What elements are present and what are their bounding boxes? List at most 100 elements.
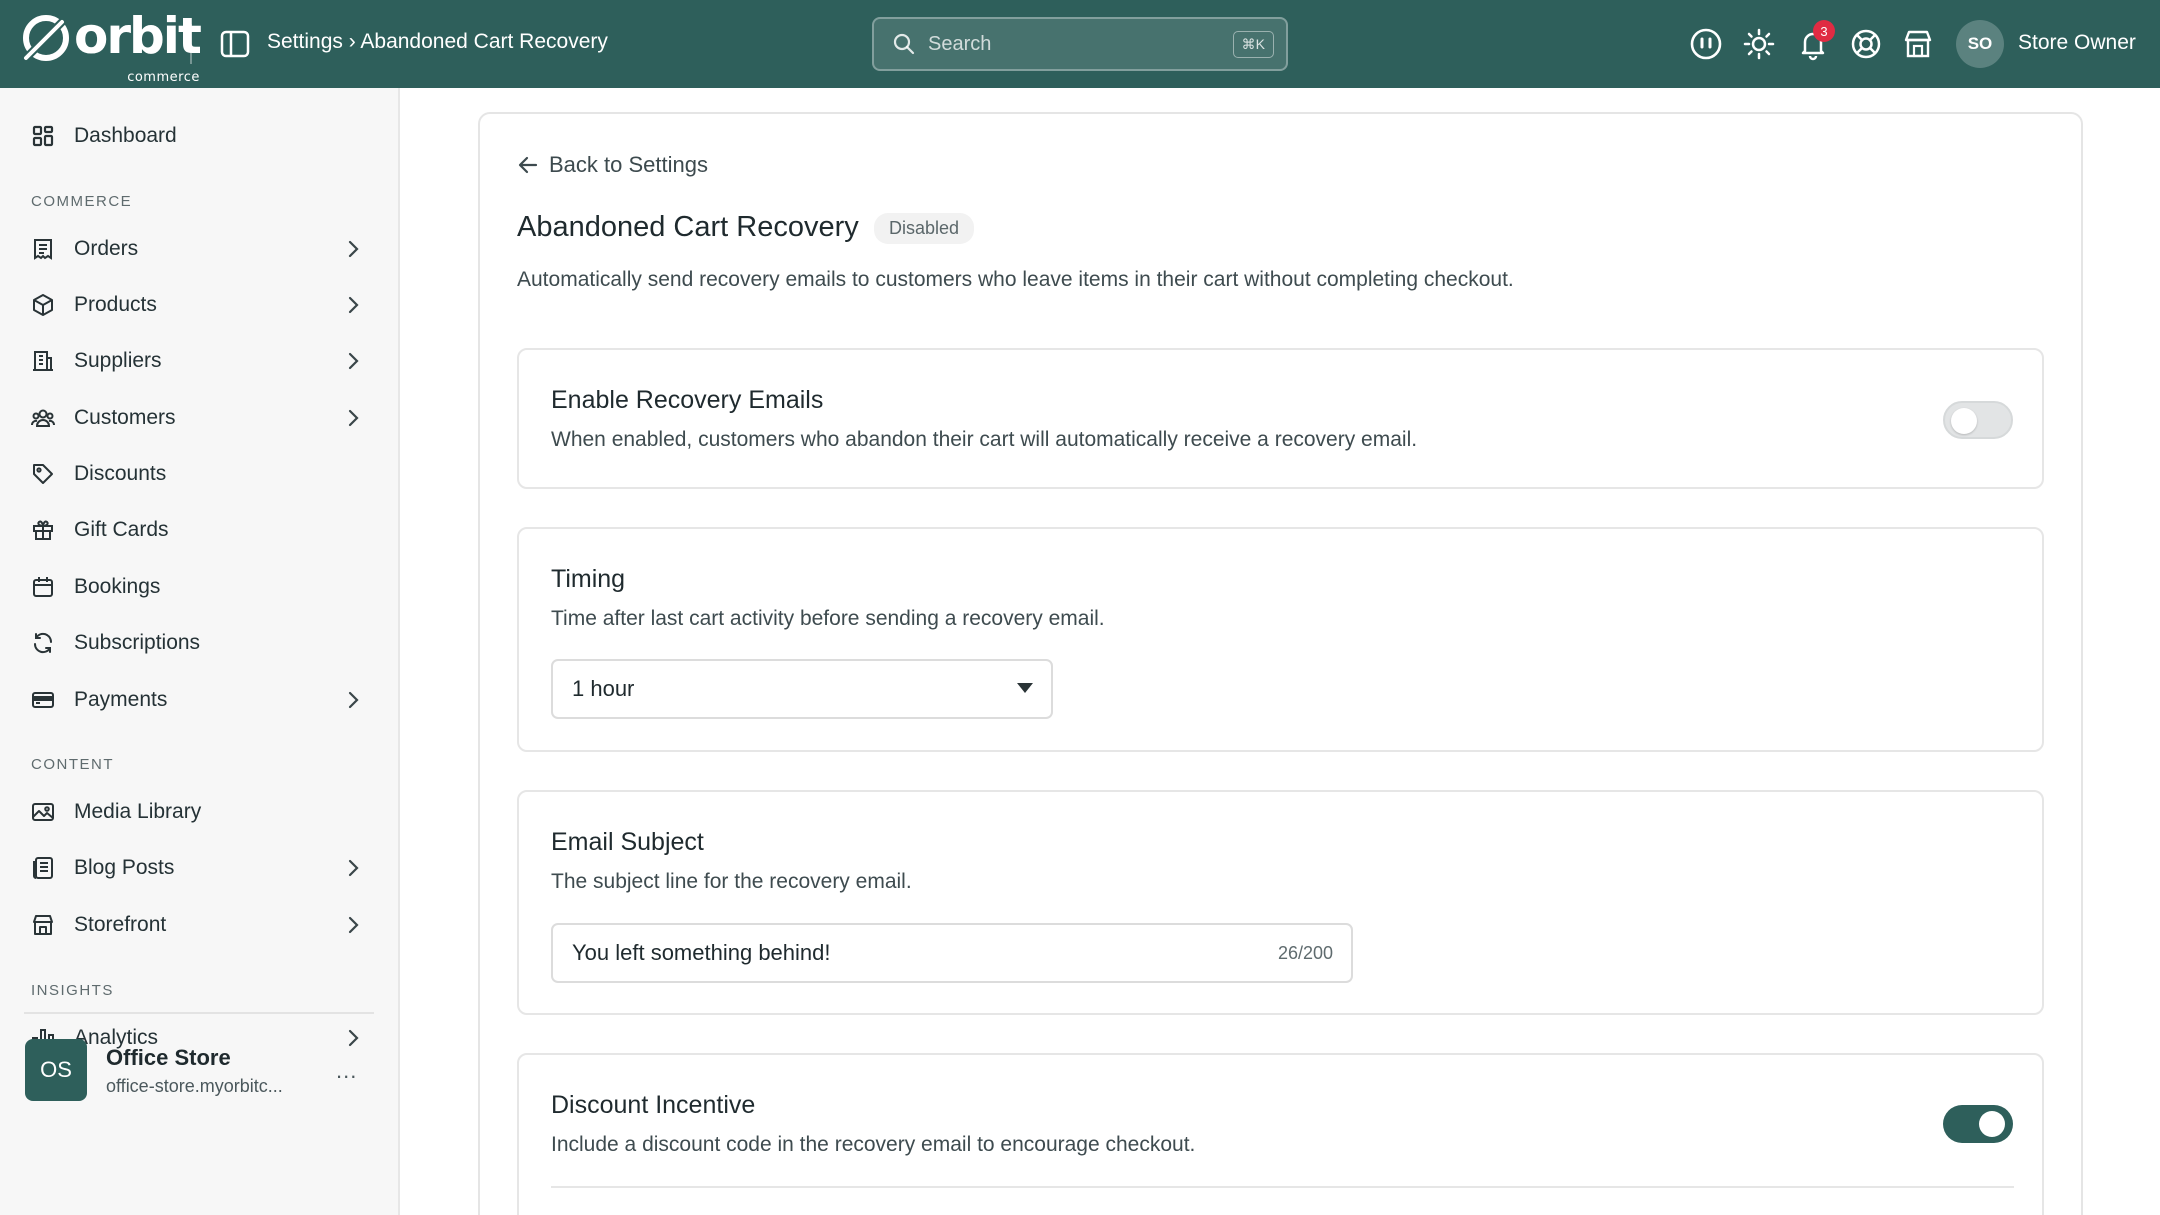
arrow-left-icon [518,156,538,174]
sidebar-item-label: Dashboard [74,124,177,147]
user-name[interactable]: Store Owner [2018,31,2136,55]
back-label: Back to Settings [549,152,708,177]
credit-card-icon [30,687,56,713]
sun-icon[interactable] [1741,26,1777,62]
sidebar-item-bookings[interactable]: Bookings [30,565,374,609]
sidebar-item-discounts[interactable]: Discounts [30,452,374,496]
orbit-logo[interactable]: orbit commerce [22,11,202,85]
timing-section: Timing Time after last cart activity bef… [517,527,2044,752]
store-name[interactable]: Office Store [106,1045,231,1071]
page-description: Automatically send recovery emails to cu… [517,268,1514,291]
discount-incentive-section: Discount Incentive Include a discount co… [517,1053,2044,1215]
store-avatar[interactable]: OS [25,1039,87,1101]
chevron-right-icon [348,859,359,877]
sidebar-item-label: Media Library [74,800,202,823]
sidebar-item-customers[interactable]: Customers [30,396,374,440]
building-icon [30,348,56,374]
users-icon [30,405,56,431]
timing-select[interactable]: 1 hour [551,659,1053,719]
chevron-right-icon [348,296,359,314]
box-icon [30,292,56,318]
section-description: Include a discount code in the recovery … [551,1133,1196,1156]
sidebar-item-label: Products [74,293,157,316]
sidebar-item-label: Discounts [74,462,167,485]
sidebar-item-label: Orders [74,237,139,260]
storefront-icon[interactable] [1900,26,1936,62]
section-title: Discount Incentive [551,1091,756,1119]
section-description: When enabled, customers who abandon thei… [551,428,1418,451]
header-divider [190,24,192,64]
sidebar-item-label: Payments [74,688,168,711]
calendar-icon [30,574,56,600]
sidebar-item-label: Subscriptions [74,631,201,654]
section-title: Enable Recovery Emails [551,386,824,414]
dashboard-grid-icon [30,123,56,149]
section-title: Timing [551,565,626,593]
sidebar-item-media-library[interactable]: Media Library [30,790,374,834]
sidebar-item-label: Suppliers [74,349,162,372]
sidebar-item-suppliers[interactable]: Suppliers [30,339,374,383]
sidebar-item-label: Customers [74,406,176,429]
caret-down-icon [1017,683,1033,693]
chevron-right-icon [348,409,359,427]
sidebar-item-products[interactable]: Products [30,283,374,327]
top-bar: orbit commerce Settings › Abandoned Cart… [0,0,2160,88]
enable-recovery-section: Enable Recovery Emails When enabled, cus… [517,348,2044,489]
toggle-knob [1979,1111,2005,1137]
chevron-right-icon [348,240,359,258]
email-subject-section: Email Subject The subject line for the r… [517,790,2044,1015]
breadcrumb: Settings › Abandoned Cart Recovery [267,30,608,53]
section-label-insights: INSIGHTS [31,982,114,999]
chevron-right-icon [348,1029,359,1047]
sidebar-item-label: Storefront [74,913,167,936]
sidebar-item-label: Gift Cards [74,518,169,541]
sidebar-item-label: Blog Posts [74,856,175,879]
sidebar-item-orders[interactable]: Orders [30,227,374,271]
logo-wordmark: orbit commerce [74,11,202,85]
notification-badge: 3 [1813,20,1835,42]
back-to-settings-link[interactable]: Back to Settings [517,152,708,178]
sidebar-item-gift-cards[interactable]: Gift Cards [30,508,374,552]
discount-incentive-toggle[interactable] [1943,1105,2013,1143]
gift-icon [30,517,56,543]
tag-icon [30,461,56,487]
bell-icon[interactable]: 3 [1795,20,1835,62]
section-description: The subject line for the recovery email. [551,870,912,893]
toggle-knob [1951,408,1977,434]
section-divider [551,1186,2014,1188]
store-icon [30,912,56,938]
user-avatar[interactable]: SO [1956,20,2004,68]
sidebar-toggle-icon[interactable] [220,29,250,59]
sidebar-item-payments[interactable]: Payments [30,678,374,722]
orbit-logo-icon [23,15,69,61]
section-label-content: CONTENT [31,756,114,773]
timing-selected-value: 1 hour [572,676,635,701]
email-subject-value: You left something behind! [572,940,831,965]
email-subject-input[interactable]: You left something behind! 26/200 [551,923,1353,983]
character-counter: 26/200 [1277,943,1333,963]
status-badge: Disabled [874,213,975,244]
store-more-button[interactable]: ... [336,1058,357,1084]
refresh-icon [30,630,56,656]
receipt-icon [30,236,56,262]
sidebar-divider [24,1012,374,1014]
chevron-right-icon [348,352,359,370]
sidebar-item-blog-posts[interactable]: Blog Posts [30,846,374,890]
sidebar-item-subscriptions[interactable]: Subscriptions [30,621,374,665]
help-lifebuoy-icon[interactable] [1848,26,1884,62]
page-title: Abandoned Cart Recovery [517,211,859,243]
search-shortcut: ⌘K [1232,30,1274,58]
image-icon [30,799,56,825]
search-input[interactable]: Search ⌘K [872,17,1288,71]
sidebar-item-label: Bookings [74,575,161,598]
chevron-right-icon [348,691,359,709]
search-placeholder: Search [928,32,992,55]
robot-icon[interactable] [1688,26,1724,62]
enable-recovery-toggle[interactable] [1943,401,2013,439]
chevron-right-icon [348,916,359,934]
sidebar-item-dashboard[interactable]: Dashboard [30,114,374,158]
section-label-commerce: COMMERCE [31,193,133,210]
sidebar-item-storefront[interactable]: Storefront [30,903,374,947]
store-url: office-store.myorbitc... [106,1076,283,1096]
section-description: Time after last cart activity before sen… [551,607,1105,630]
